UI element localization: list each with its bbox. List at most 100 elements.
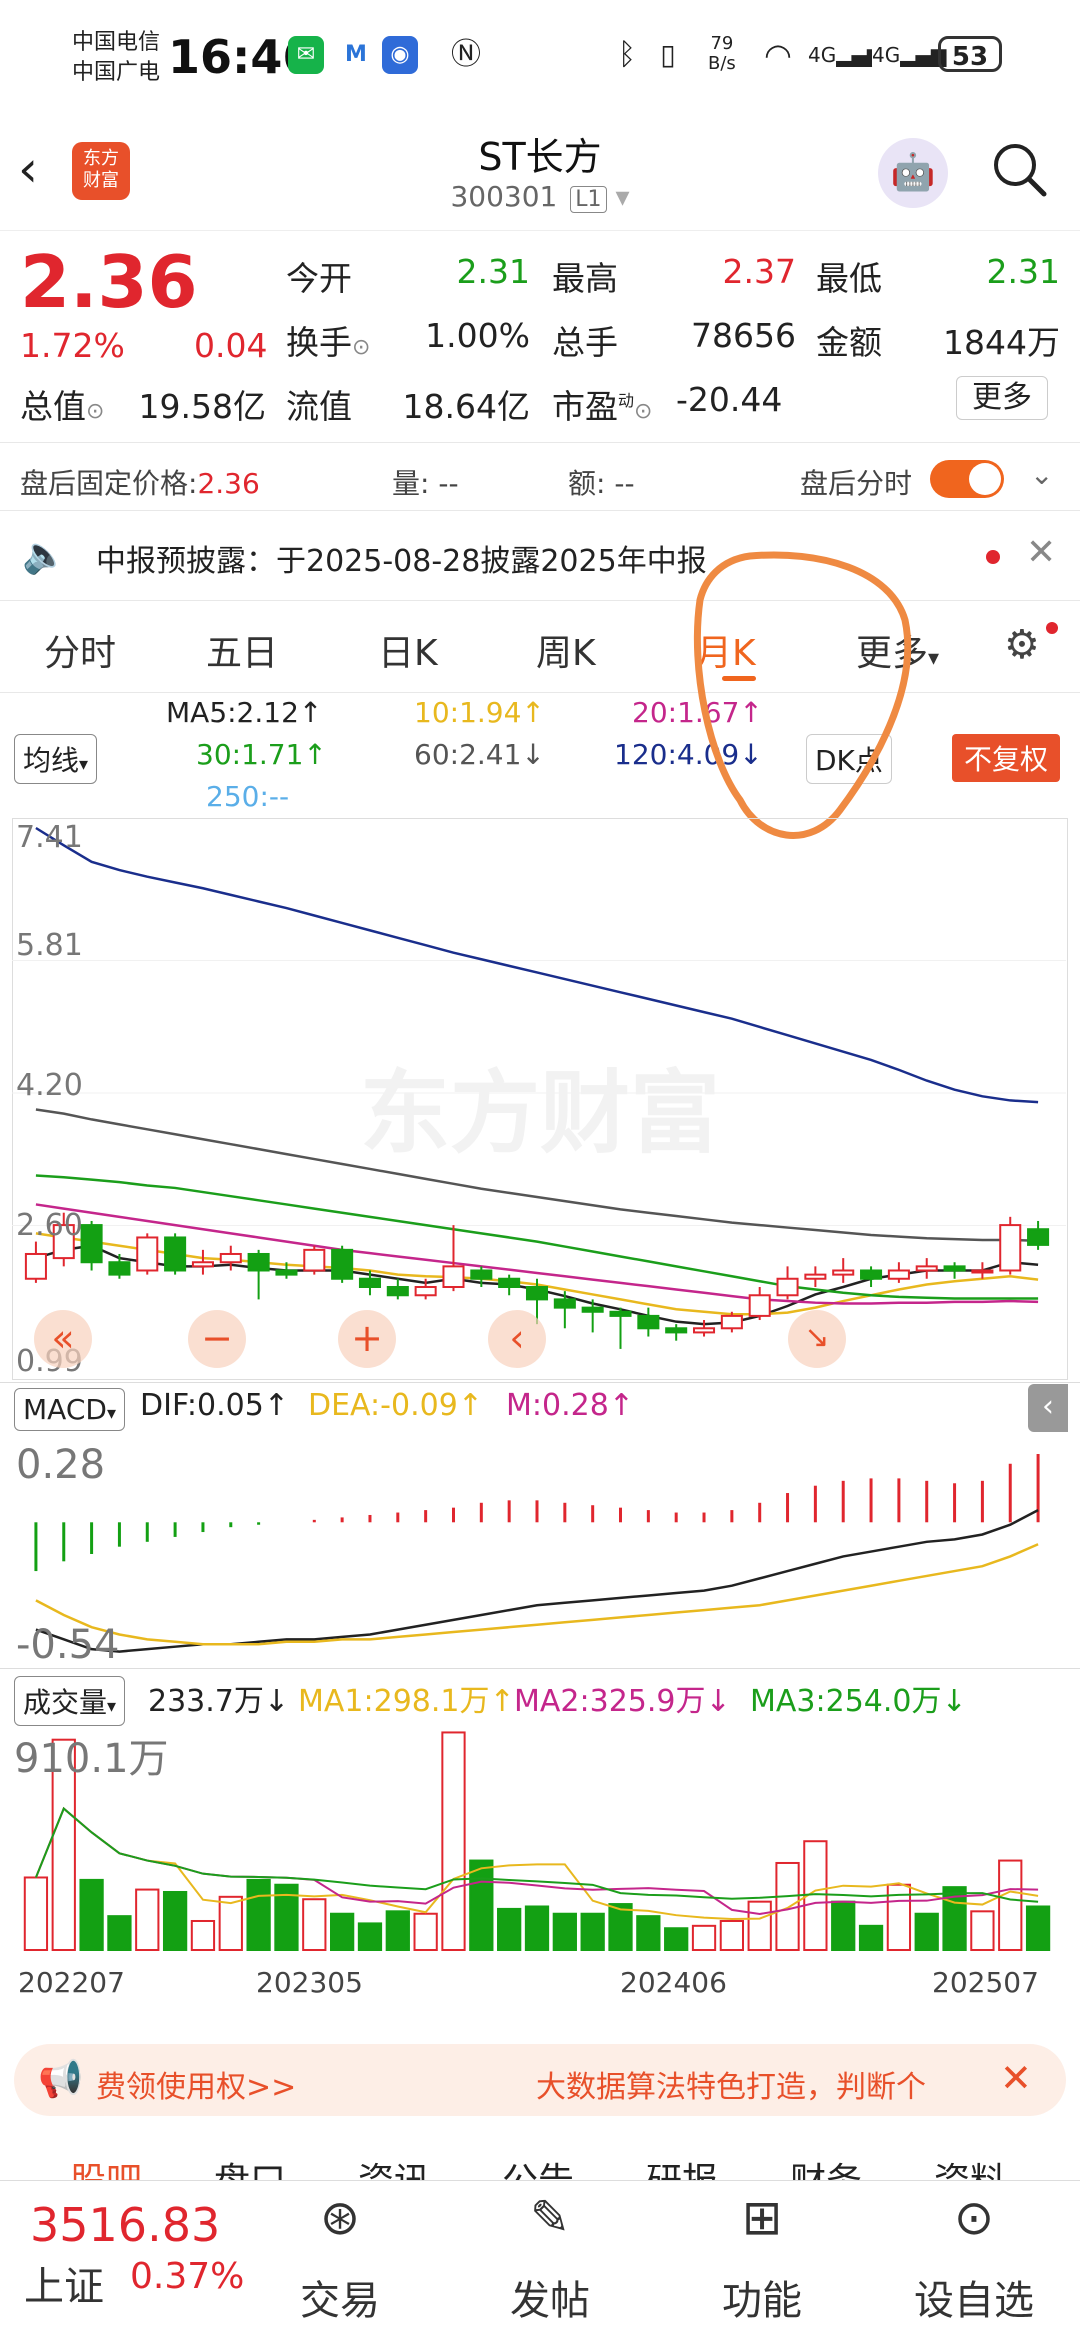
collapse-panel-icon[interactable]: ‹ (1028, 1384, 1068, 1432)
carrier-2: 中国广电 (72, 60, 161, 85)
more-button[interactable]: 更多 (956, 376, 1048, 420)
notice-text[interactable]: 中报预披露：于2025-08-28披露2025年中报 (96, 536, 707, 580)
close-icon[interactable]: ✕ (1000, 2056, 1032, 2100)
tab-weekly-k[interactable]: 周K (536, 624, 596, 676)
search-icon[interactable] (990, 140, 1050, 200)
macd-m-label: M:0.28↑ (506, 1388, 634, 1423)
volume-select[interactable]: 成交量▾ (14, 1676, 126, 1726)
pe-value: -20.44 (676, 380, 783, 419)
volume-bar (664, 1927, 689, 1952)
mktcap-value: 19.58亿 (138, 387, 266, 426)
wechat-icon: ✉ (288, 36, 324, 74)
ma-select[interactable]: 均线▾ (14, 734, 98, 784)
candle (191, 1261, 214, 1268)
candle (720, 1314, 743, 1330)
change-amount: 0.04 (194, 326, 268, 365)
candle (164, 1236, 187, 1272)
candle (999, 1224, 1022, 1272)
candle (860, 1269, 883, 1280)
functions-icon[interactable]: ⊞ (682, 2190, 842, 2246)
candle (804, 1273, 827, 1280)
mktcap-label[interactable]: 总值⊙ (20, 380, 104, 428)
adjust-button[interactable]: 不复权 (952, 734, 1061, 782)
banner-left-text[interactable]: 费领使用权>> (96, 2062, 296, 2106)
ma60-label: 60:2.41↓ (414, 738, 545, 771)
tab-minute[interactable]: 分时 (44, 624, 116, 676)
pe-label[interactable]: 市盈动⊙ (552, 380, 652, 428)
x-tick-label: 202507 (932, 1966, 1039, 1999)
candle (971, 1269, 994, 1274)
candle (247, 1252, 270, 1272)
dif-label: DIF:0.05↑ (140, 1388, 289, 1423)
amount-value: 1844万 (943, 323, 1060, 362)
tab-forum[interactable]: 股吧 (70, 2152, 142, 2180)
content-tabs: 股吧 盘口 资讯 公告 研报 财务 资料 (0, 2140, 1080, 2180)
afterhours-toggle[interactable] (930, 460, 1004, 498)
level-badge: L1 (570, 186, 607, 213)
vibrate-icon: ▯ (650, 36, 686, 74)
afterhours-volume: 量: -- (392, 467, 459, 500)
post-icon[interactable]: ✎ (470, 2190, 630, 2246)
trade-icon[interactable]: ⊛ (260, 2190, 420, 2246)
x-tick-label: 202406 (620, 1966, 727, 1999)
candle (303, 1248, 326, 1272)
tab-news[interactable]: 资讯 (358, 2152, 430, 2180)
amount-label: 金额 (816, 323, 882, 362)
volume-bar (636, 1915, 661, 1951)
candle (887, 1269, 910, 1280)
current-price: 2.36 (20, 240, 198, 324)
tab-daily-k[interactable]: 日K (378, 624, 438, 676)
candle (637, 1314, 660, 1330)
y-tick-label: 5.81 (16, 928, 83, 963)
wifi-icon: ◠ (756, 36, 800, 74)
macd-select[interactable]: MACD▾ (14, 1388, 125, 1431)
volume-bar (914, 1912, 939, 1951)
nav-functions[interactable]: 功能 (682, 2268, 842, 2326)
tab-orderbook[interactable]: 盘口 (214, 2152, 286, 2180)
signal-4g-icon: 4G▂▄▆ (808, 36, 882, 74)
info-icon: ⊙ (352, 335, 371, 360)
more-dots-icon[interactable]: ⊙ (894, 2190, 1054, 2246)
candle (331, 1248, 354, 1280)
candle (665, 1327, 688, 1334)
banner-right-text: 大数据算法特色打造，判断个 (536, 2070, 926, 2105)
candle (581, 1306, 604, 1313)
hand-drawn-circle (693, 551, 912, 839)
zoom-in-icon[interactable]: + (338, 1310, 396, 1368)
tab-five-day[interactable]: 五日 (206, 624, 278, 676)
tab-research[interactable]: 研报 (646, 2152, 718, 2180)
info-icon: ⊙ (634, 399, 653, 424)
volume-bar (23, 1876, 49, 1951)
dif-line (35, 1508, 1039, 1653)
zoom-out-icon[interactable]: − (188, 1310, 246, 1368)
reset-icon[interactable]: ↘ (788, 1310, 846, 1368)
double-left-icon[interactable]: « (34, 1310, 92, 1368)
chevron-down-icon: ▾ (615, 180, 630, 213)
volume-bar (330, 1912, 355, 1951)
turnover-label[interactable]: 换手⊙ (286, 316, 370, 364)
volume-bar (497, 1907, 522, 1951)
candle (776, 1277, 799, 1297)
close-icon[interactable]: ✕ (1026, 532, 1056, 573)
volume-bar (246, 1878, 271, 1951)
chevron-down-icon[interactable]: ⌄ (1030, 458, 1053, 491)
volume-bar (970, 1910, 995, 1952)
nav-trade[interactable]: 交易 (260, 2268, 420, 2326)
volume-bar (441, 1731, 466, 1952)
volume-bar (357, 1922, 383, 1951)
gear-icon[interactable]: ⚙ (1004, 622, 1040, 668)
candle (108, 1261, 131, 1276)
tab-announcements[interactable]: 公告 (502, 2152, 574, 2180)
tab-profile[interactable]: 资料 (934, 2152, 1006, 2180)
macd-svg (34, 1454, 1040, 1653)
left-icon[interactable]: ‹ (488, 1310, 546, 1368)
robot-assistant-icon[interactable]: 🤖 (878, 138, 948, 208)
candle (553, 1298, 576, 1309)
nav-post[interactable]: 发帖 (470, 2268, 630, 2326)
tab-finance[interactable]: 财务 (790, 2152, 862, 2180)
open-label: 今开 (286, 259, 352, 298)
volume-bar (580, 1912, 605, 1951)
carrier-1: 中国电信 (72, 30, 161, 55)
index-value[interactable]: 3516.83 (30, 2198, 220, 2252)
nav-add-watchlist[interactable]: 设自选 (894, 2268, 1054, 2326)
